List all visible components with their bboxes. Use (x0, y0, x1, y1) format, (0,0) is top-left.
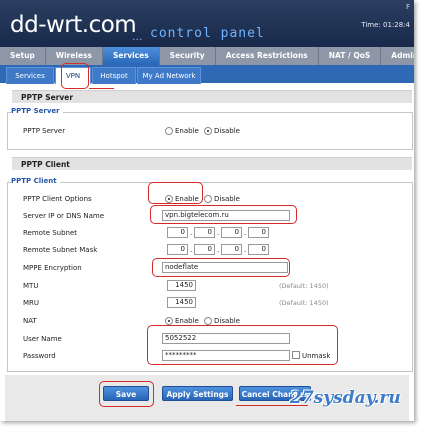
server-input[interactable]: vpn.bigtelecom.ru (162, 210, 290, 221)
sub-tab-bar: Services VPN Hotspot My Ad Network (0, 65, 414, 84)
mask-octet-2[interactable]: 0 (194, 244, 215, 255)
client-options-label: PPTP Client Options (23, 195, 92, 203)
client-enable-label: Enable (175, 195, 199, 203)
mppe-input[interactable]: nodeflate (162, 262, 288, 273)
unmask-checkbox[interactable] (292, 351, 300, 359)
unmask-label: Unmask (302, 352, 331, 360)
pptp-server-disable-radio[interactable] (204, 127, 212, 135)
tab-setup[interactable]: Setup (0, 47, 46, 65)
pptp-server-disable-label: Disable (214, 127, 240, 135)
pptp-server-label: PPTP Server (23, 127, 66, 135)
mask-octet-1[interactable]: 0 (167, 244, 188, 255)
time-display: Time: 01:28:4 (361, 21, 410, 29)
nat-enable-label: Enable (175, 317, 199, 325)
mtu-input[interactable]: 1450 (167, 280, 196, 291)
tab-wireless[interactable]: Wireless (46, 47, 104, 65)
client-enable-radio[interactable] (165, 195, 173, 203)
router-admin-window: dd-wrt.com ... control panel F Time: 01:… (0, 0, 414, 421)
mru-label: MRU (23, 299, 40, 307)
pptp-client-section-title: PPTP Client (12, 157, 412, 170)
main-tab-bar: Setup Wireless Services Security Access … (0, 47, 414, 65)
mtu-default-hint: (Default: 1450) (279, 282, 329, 290)
subnet-octet-2[interactable]: 0 (194, 227, 215, 238)
server-label: Server IP or DNS Name (23, 212, 105, 220)
subnet-octet-3[interactable]: 0 (221, 227, 242, 238)
client-disable-label: Disable (214, 195, 240, 203)
apply-settings-button[interactable]: Apply Settings (162, 386, 233, 401)
logo-dots: ... (132, 30, 143, 43)
mppe-label: MPPE Encryption (23, 264, 82, 272)
header-banner: dd-wrt.com ... control panel F Time: 01:… (0, 0, 414, 47)
tab-access-restrictions[interactable]: Access Restrictions (216, 47, 319, 65)
mtu-label: MTU (23, 282, 39, 290)
nat-disable-label: Disable (214, 317, 240, 325)
tab-administration[interactable]: Administration (381, 47, 414, 65)
nat-label: NAT (23, 317, 37, 325)
pptp-server-enable-label: Enable (175, 127, 199, 135)
dd-wrt-logo: dd-wrt.com (10, 12, 137, 38)
pptp-server-legend: PPTP Server (11, 107, 63, 115)
annotation-vpn-underline (89, 88, 114, 89)
mask-octet-4[interactable]: 0 (248, 244, 269, 255)
subtab-vpn[interactable]: VPN (55, 67, 91, 84)
remote-subnet-mask-label: Remote Subnet Mask (23, 246, 98, 254)
subnet-octet-1[interactable]: 0 (167, 227, 188, 238)
mru-default-hint: (Default: 1450) (279, 299, 329, 307)
username-label: User Name (23, 335, 62, 343)
nat-disable-radio[interactable] (204, 317, 212, 325)
client-disable-radio[interactable] (204, 195, 212, 203)
pptp-server-section-title: PPTP Server (12, 90, 412, 103)
username-input[interactable]: 5052522 (162, 333, 290, 344)
mask-octet-3[interactable]: 0 (221, 244, 242, 255)
password-label: Password (23, 352, 56, 360)
tab-nat-qos[interactable]: NAT / QoS (319, 47, 382, 65)
subnet-octet-4[interactable]: 0 (248, 227, 269, 238)
subtab-hotspot[interactable]: Hotspot (92, 67, 136, 84)
firmware-label: F (405, 3, 410, 11)
tab-services[interactable]: Services (103, 47, 160, 65)
remote-subnet-label: Remote Subnet (23, 229, 78, 237)
mru-input[interactable]: 1450 (167, 297, 196, 308)
subtab-my-ad-network[interactable]: My Ad Network (137, 67, 201, 84)
vpn-settings-content: PPTP Server PPTP Server PPTP Server Enab… (7, 85, 414, 375)
control-panel-title: control panel (150, 26, 265, 41)
site-watermark: 27sysday.ru (290, 388, 401, 408)
pptp-client-legend: PPTP Client (11, 177, 60, 185)
save-button[interactable]: Save (103, 386, 149, 401)
subtab-services[interactable]: Services (6, 67, 54, 84)
nat-enable-radio[interactable] (165, 317, 173, 325)
password-input[interactable]: ********* (162, 350, 290, 361)
tab-security[interactable]: Security (160, 47, 216, 65)
pptp-server-enable-radio[interactable] (165, 127, 173, 135)
